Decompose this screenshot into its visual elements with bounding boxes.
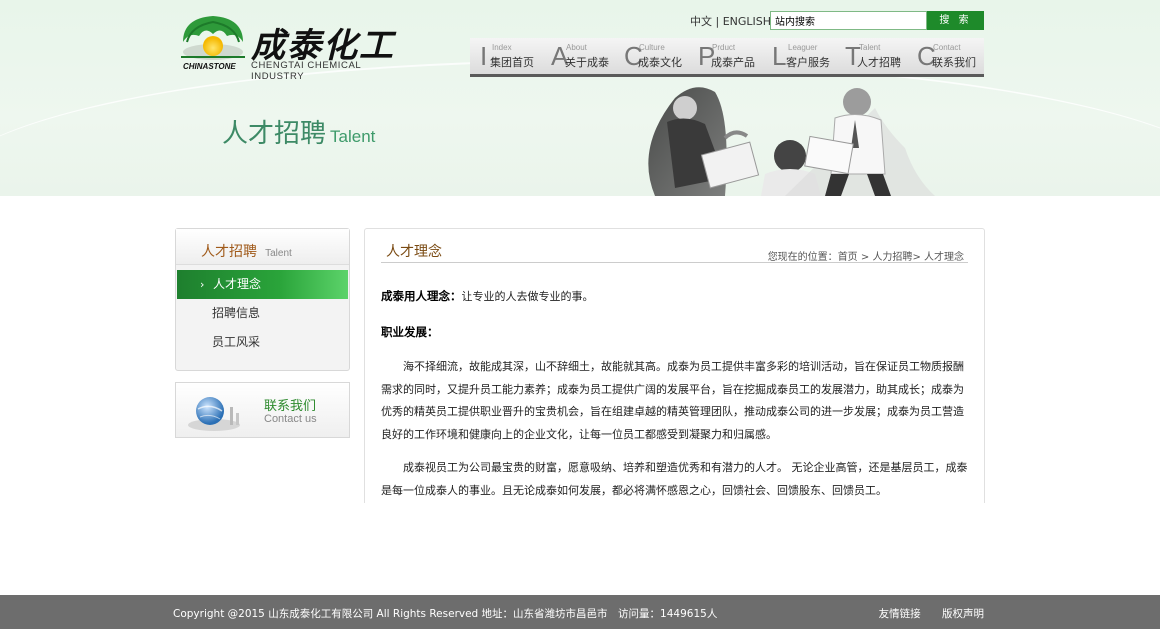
breadcrumb-home-link[interactable]: 首页 [838, 252, 858, 263]
lang-chinese-link[interactable]: 中文 [690, 15, 712, 28]
sidebar-item-recruitment-info[interactable]: 招聘信息 [176, 299, 349, 328]
nav-cn-label: 联系我们 [932, 56, 976, 69]
sidebar-title-en: Talent [265, 248, 292, 259]
logo-chinastone-text: CHINASTONE [183, 62, 236, 71]
site-search-input[interactable] [770, 11, 927, 30]
page-title: 人才理念 [386, 244, 442, 260]
banner-swoosh-decoration [0, 60, 1160, 196]
lang-separator: | [715, 15, 720, 28]
nav-cn-label: 关于成泰 [565, 56, 609, 69]
nav-en-label: Index [492, 43, 512, 52]
breadcrumb-recruitment-link[interactable]: 人力招聘 [872, 252, 912, 263]
nav-letter: I [480, 41, 488, 71]
concept-label: 成泰用人理念： [381, 289, 462, 303]
sidebar-title-cn: 人才招聘 [201, 244, 257, 260]
header-banner: CHINASTONE 成泰化工 CHENGTAI CHEMICAL INDUST… [0, 0, 1160, 196]
banner-title-en: Talent [330, 127, 376, 146]
main-navigation: I Index 集团首页 A About 关于成泰 C Culture 成泰文化… [470, 38, 984, 77]
page-footer: Copyright @2015 山东成泰化工有限公司 All Rights Re… [0, 595, 1160, 629]
nav-cn-label: 成泰产品 [711, 56, 755, 69]
breadcrumb-separator: > [912, 252, 924, 263]
nav-cn-label: 人才招聘 [857, 56, 901, 69]
friend-links-link[interactable]: 友情链接 [879, 608, 921, 620]
copyright-text: Copyright @2015 山东成泰化工有限公司 All Rights Re… [173, 608, 718, 620]
contact-us-banner[interactable]: 联系我们 Contact us [175, 382, 350, 438]
search-button[interactable]: 搜 索 [927, 11, 984, 30]
sidebar-item-label: 员工风采 [212, 335, 261, 349]
nav-cn-label: 客户服务 [786, 56, 830, 69]
sidebar-item-label: 人才理念 [213, 277, 262, 291]
nav-item-talent[interactable]: T Talent 人才招聘 [845, 40, 915, 74]
nav-en-label: Talent [859, 43, 881, 52]
concept-paragraph: 成泰用人理念：让专业的人去做专业的事。 [381, 285, 968, 308]
career-paragraph-2: 成泰视员工为公司最宝贵的财富，愿意吸纳、培养和塑造优秀和有潜力的人才。 无论企业… [381, 461, 968, 497]
nav-en-label: About [566, 43, 587, 52]
content-header: 人才理念 您现在的位置：首页 > 人力招聘> 人才理念 [381, 229, 968, 263]
nav-en-label: Leaguer [788, 43, 818, 52]
career-paragraph-1: 海不择细流，故能成其深，山不辞细土，故能就其高。成泰为员工提供丰富多彩的培训活动… [381, 360, 964, 441]
concept-text: 让专业的人去做专业的事。 [461, 290, 594, 303]
breadcrumb-prefix: 您现在的位置： [767, 252, 838, 263]
nav-en-label: Prduct [712, 43, 736, 52]
nav-letter: L [772, 41, 787, 71]
nav-cn-label: 成泰文化 [638, 56, 682, 69]
lang-english-link[interactable]: ENGLISH [723, 15, 771, 28]
nav-cn-label: 集团首页 [490, 56, 534, 69]
chevron-right-icon: › [200, 278, 205, 291]
nav-item-index[interactable]: I Index 集团首页 [480, 40, 544, 74]
career-heading-paragraph: 职业发展： [381, 321, 968, 344]
logo-english-name: CHENGTAI CHEMICAL INDUSTRY [251, 60, 361, 82]
nav-item-leaguer[interactable]: L Leaguer 客户服务 [772, 40, 842, 74]
article-body: 成泰用人理念：让专业的人去做专业的事。 职业发展： 海不择细流，故能成其深，山不… [365, 263, 984, 502]
sidebar-menu: 人才招聘 Talent › 人才理念 招聘信息 员工风采 [175, 228, 350, 371]
sidebar-list: › 人才理念 招聘信息 员工风采 [176, 270, 349, 357]
footer-links: 友情链接 版权声明 [861, 606, 984, 621]
contact-us-title-cn: 联系我们 [264, 399, 317, 414]
breadcrumb: 您现在的位置：首页 > 人力招聘> 人才理念 [768, 248, 964, 263]
globe-icon [188, 397, 240, 431]
breadcrumb-separator: > [857, 252, 873, 263]
sidebar-item-label: 招聘信息 [212, 306, 261, 320]
nav-item-contact[interactable]: C Contact 联系我们 [917, 40, 983, 74]
banner-title: 人才招聘 Talent [222, 113, 375, 150]
nav-en-label: Culture [639, 43, 665, 52]
language-switch: 中文 | ENGLISH [690, 13, 771, 29]
sidebar-item-talent-concept[interactable]: › 人才理念 [177, 270, 348, 299]
nav-item-about[interactable]: A About 关于成泰 [551, 40, 621, 74]
company-logo[interactable]: CHINASTONE 成泰化工 CHENGTAI CHEMICAL INDUST… [177, 12, 417, 82]
breadcrumb-current[interactable]: 人才理念 [924, 252, 964, 263]
sidebar-item-staff-style[interactable]: 员工风采 [176, 328, 349, 357]
contact-us-title-en: Contact us [264, 413, 317, 425]
nav-item-product[interactable]: P Prduct 成泰产品 [698, 40, 768, 74]
copyright-statement-link[interactable]: 版权声明 [942, 608, 984, 620]
nav-en-label: Contact [933, 43, 961, 52]
sidebar-header: 人才招聘 Talent [176, 229, 349, 265]
banner-title-cn: 人才招聘 [222, 119, 327, 149]
career-label: 职业发展： [381, 325, 439, 339]
main-content-panel: 人才理念 您现在的位置：首页 > 人力招聘> 人才理念 成泰用人理念：让专业的人… [364, 228, 985, 503]
business-people-illustration [648, 87, 935, 196]
nav-item-culture[interactable]: C Culture 成泰文化 [624, 40, 694, 74]
